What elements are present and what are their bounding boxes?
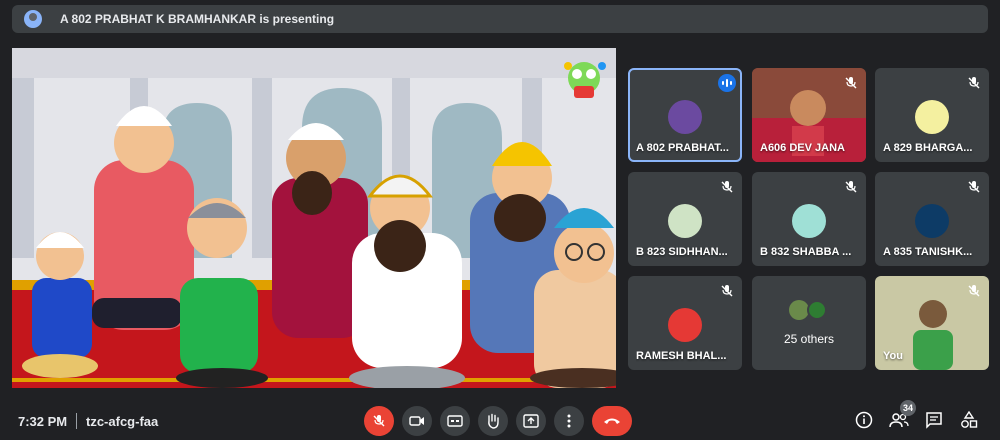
divider <box>76 413 77 429</box>
participant-tile[interactable]: A 829 BHARGA... <box>875 68 989 162</box>
participant-name: You <box>883 350 903 362</box>
participant-avatar <box>915 100 949 134</box>
chat-icon <box>926 412 942 429</box>
activities-icon <box>961 411 978 428</box>
more-vert-icon <box>567 414 571 428</box>
mic-off-icon <box>373 415 385 427</box>
meeting-info-button[interactable] <box>852 408 876 432</box>
mic-off-icon <box>968 285 980 297</box>
participant-tile[interactable]: A606 DEV JANA <box>752 68 866 162</box>
others-tile[interactable]: 25 others <box>752 276 866 370</box>
participant-tile[interactable]: A 835 TANISHK... <box>875 172 989 266</box>
mic-off-icon <box>721 285 733 297</box>
meeting-code: tzc-afcg-faa <box>86 414 159 429</box>
people-count-badge: 34 <box>900 400 916 416</box>
participant-tile[interactable]: RAMESH BHAL... <box>628 276 742 370</box>
participant-name: A 829 BHARGA... <box>883 142 973 154</box>
self-tile[interactable]: You <box>875 276 989 370</box>
control-bar: 7:32 PM tzc-afcg-faa 34 <box>0 400 1000 440</box>
captions-icon <box>447 415 463 427</box>
clock: 7:32 PM <box>18 414 68 429</box>
present-button[interactable] <box>516 406 546 436</box>
presentation-stage <box>12 48 616 388</box>
participant-avatar <box>668 100 702 134</box>
mic-toggle-button[interactable] <box>364 406 394 436</box>
participant-tile[interactable]: A 802 PRABHAT... <box>628 68 742 162</box>
hand-icon <box>488 413 499 429</box>
participant-tile[interactable]: B 832 SHABBA ... <box>752 172 866 266</box>
mic-off-icon <box>968 181 980 193</box>
presenting-banner: A 802 PRABHAT K BRAMHANKAR is presenting <box>12 5 988 33</box>
others-count-label: 25 others <box>783 332 835 346</box>
camera-icon <box>409 416 424 426</box>
raise-hand-button[interactable] <box>478 406 508 436</box>
presenter-avatar <box>24 10 42 28</box>
mic-off-icon <box>845 181 857 193</box>
participant-avatar <box>792 204 826 238</box>
chat-button[interactable] <box>922 408 946 432</box>
participant-name: B 832 SHABBA ... <box>760 246 852 258</box>
cartoon-prayer-scene <box>12 48 616 388</box>
mic-off-icon <box>845 77 857 89</box>
mic-off-icon <box>721 181 733 193</box>
activities-button[interactable] <box>957 408 981 432</box>
participant-name: A 835 TANISHK... <box>883 246 973 258</box>
participant-name: B 823 SIDHHAN... <box>636 246 728 258</box>
participant-name: A 802 PRABHAT... <box>636 142 729 154</box>
participant-avatar <box>915 204 949 238</box>
camera-toggle-button[interactable] <box>402 406 432 436</box>
others-avatar <box>807 300 827 320</box>
participant-avatar <box>668 308 702 342</box>
leave-call-button[interactable] <box>592 406 632 436</box>
present-screen-icon <box>523 414 539 428</box>
mic-off-icon <box>968 77 980 89</box>
others-avatar <box>789 300 809 320</box>
more-options-button[interactable] <box>554 406 584 436</box>
speaking-indicator-icon <box>718 74 736 92</box>
presenting-text: A 802 PRABHAT K BRAMHANKAR is presenting <box>60 12 335 26</box>
participant-name: A606 DEV JANA <box>760 142 845 154</box>
participant-name: RAMESH BHAL... <box>636 350 727 362</box>
participant-tile[interactable]: B 823 SIDHHAN... <box>628 172 742 266</box>
participant-avatar <box>668 204 702 238</box>
info-icon <box>855 411 873 429</box>
hang-up-icon <box>604 418 620 424</box>
captions-button[interactable] <box>440 406 470 436</box>
